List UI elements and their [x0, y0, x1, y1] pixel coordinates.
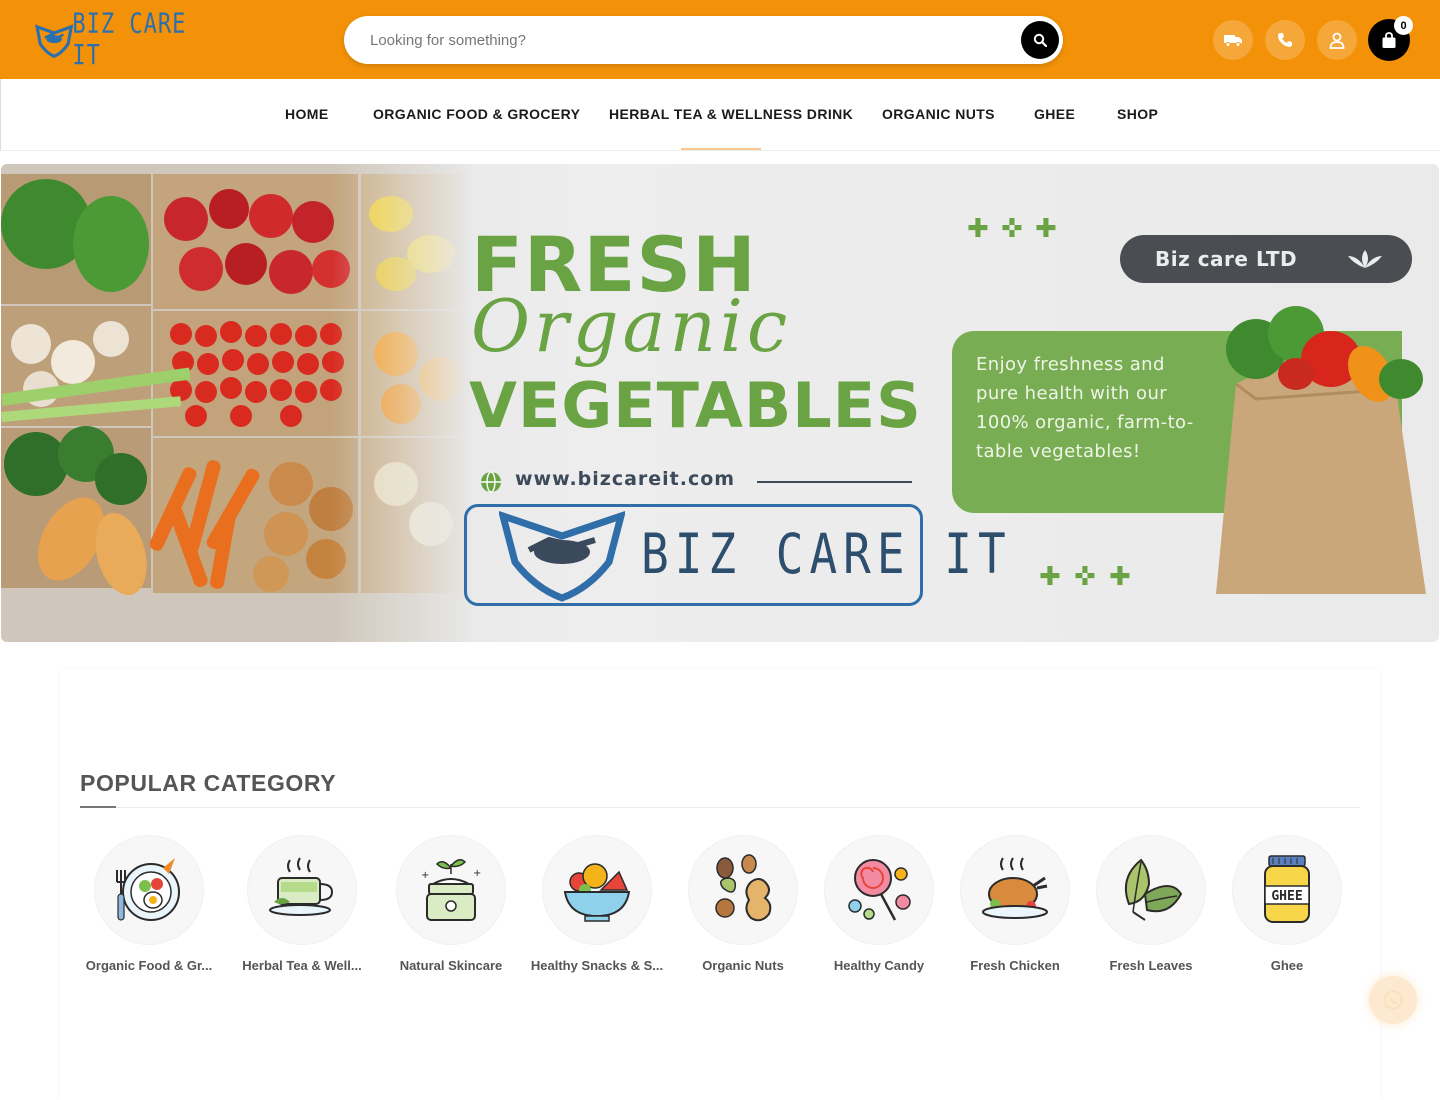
svg-text:+: +: [473, 868, 481, 879]
search-icon: [1033, 33, 1047, 47]
category-label: Organic Food & Gr...: [85, 958, 213, 973]
search-bar: [344, 16, 1063, 64]
nuts-icon: [715, 854, 772, 922]
category-label: Natural Skincare: [399, 958, 503, 973]
section-title: POPULAR CATEGORY: [80, 770, 337, 796]
banner-title-organic: Organic: [471, 284, 792, 368]
ghee-jar-icon: GHEE: [1264, 855, 1310, 923]
truck-icon: [1224, 35, 1242, 47]
banner-website: www.bizcareit.com: [515, 468, 736, 490]
category-item[interactable]: Organic Food & Gr...: [79, 835, 219, 985]
handshake-shield-icon: [499, 510, 625, 602]
nav-active-indicator: [681, 148, 761, 150]
cart-count-badge: 0: [1394, 16, 1413, 35]
fruit-bowl-icon: [563, 863, 631, 922]
banner-tagline: Enjoy freshness and pure health with our…: [976, 354, 1194, 462]
nav-item-ghee[interactable]: GHEE: [1034, 106, 1075, 122]
banner-divider: [757, 481, 912, 483]
category-item[interactable]: Herbal Tea & Well...: [232, 835, 372, 985]
cream-jar-icon: + +: [421, 859, 481, 921]
plus-icon: ✚: [1035, 214, 1057, 244]
plus-icon: ✚: [967, 214, 989, 244]
banner-fade: [331, 164, 471, 642]
search-input[interactable]: [370, 16, 1010, 64]
main-nav: HOME ORGANIC FOOD & GROCERY HERBAL TEA &…: [0, 79, 1440, 151]
svg-text:GHEE: GHEE: [1271, 889, 1302, 904]
site-logo[interactable]: BIZ CARE IT: [34, 9, 194, 71]
account-button[interactable]: [1317, 20, 1357, 60]
hero-banner[interactable]: FRESH Organic VEGETABLES www.bizcareit.c…: [1, 164, 1439, 642]
category-label: Fresh Leaves: [1109, 958, 1193, 973]
whatsapp-button[interactable]: [1369, 976, 1417, 1024]
grocery-bag-image: [1216, 306, 1426, 594]
search-button[interactable]: [1021, 21, 1059, 59]
category-label: Organic Nuts: [702, 958, 784, 973]
lotus-icon: [1348, 250, 1382, 268]
banner-logo-text: BIZ CARE IT: [641, 521, 1012, 587]
leaves-icon: [1125, 858, 1183, 921]
roast-chicken-icon: [982, 857, 1048, 919]
handshake-shield-icon: [35, 24, 74, 58]
nav-item-herbal-tea[interactable]: HERBAL TEA & WELLNESS DRINK: [609, 106, 853, 122]
category-item[interactable]: Healthy Snacks & S...: [527, 835, 667, 985]
category-label: Healthy Snacks & S...: [530, 958, 664, 973]
top-header: BIZ CARE IT 0: [0, 0, 1440, 79]
phone-icon: [1278, 33, 1292, 47]
nav-item-shop[interactable]: SHOP: [1117, 106, 1158, 122]
tea-cup-icon: [269, 857, 334, 916]
category-item[interactable]: + + Natural Skincare: [381, 835, 521, 985]
nav-item-home[interactable]: HOME: [285, 106, 329, 122]
nav-item-organic-nuts[interactable]: ORGANIC NUTS: [882, 106, 995, 122]
user-icon: [1329, 32, 1345, 49]
plus-icon: ✚: [1039, 562, 1061, 592]
category-label: Healthy Candy: [833, 958, 925, 973]
salad-plate-icon: [116, 858, 180, 921]
plus-outline-icon: ✜: [1001, 214, 1023, 244]
globe-icon: [481, 471, 501, 493]
company-pill-text: Biz care LTD: [1155, 247, 1298, 271]
phone-button[interactable]: [1265, 20, 1305, 60]
plus-icon: ✚: [1109, 562, 1131, 592]
plus-outline-icon: ✜: [1074, 562, 1096, 592]
nav-item-organic-food[interactable]: ORGANIC FOOD & GROCERY: [373, 106, 580, 122]
banner-title-vegetables: VEGETABLES: [469, 369, 922, 442]
svg-text:+: +: [421, 870, 429, 881]
shopping-bag-icon: [1382, 31, 1396, 48]
category-item[interactable]: Organic Nuts: [673, 835, 813, 985]
category-item[interactable]: Fresh Chicken: [945, 835, 1085, 985]
category-label: Ghee: [1270, 958, 1304, 973]
candy-icon: [848, 859, 911, 921]
section-title-underline: [80, 806, 116, 808]
delivery-button[interactable]: [1213, 20, 1253, 60]
category-label: Herbal Tea & Well...: [242, 958, 362, 973]
category-item[interactable]: Healthy Candy: [809, 835, 949, 985]
whatsapp-icon: [1383, 990, 1403, 1010]
category-label: Fresh Chicken: [970, 958, 1060, 973]
section-divider: [80, 807, 1360, 808]
category-item[interactable]: GHEE Ghee: [1217, 835, 1357, 985]
category-item[interactable]: Fresh Leaves: [1081, 835, 1221, 985]
logo-text: BIZ CARE IT: [72, 8, 187, 72]
